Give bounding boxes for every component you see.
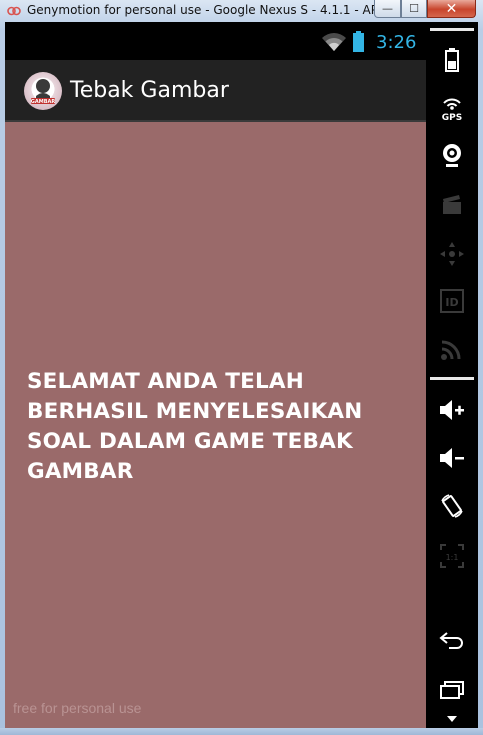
id-icon: ID [440, 289, 464, 313]
gps-button[interactable]: GPS [430, 88, 474, 128]
gps-icon: GPS [442, 98, 462, 121]
battery-icon [353, 31, 364, 52]
back-icon [439, 632, 463, 649]
rotate-icon [441, 494, 463, 518]
emulator-window: Genymotion for personal use - Google Nex… [0, 0, 483, 735]
completion-message: SELAMAT ANDA TELAH BERHASIL MENYELESAIKA… [27, 369, 363, 484]
close-button[interactable]: ✕ [427, 0, 476, 18]
dpad-icon [440, 242, 464, 266]
id-label: ID [445, 296, 458, 309]
minimize-icon: — [382, 2, 393, 15]
rotate-button[interactable] [430, 486, 474, 526]
app-title: Tebak Gambar [70, 78, 229, 103]
maximize-icon: ☐ [409, 2, 419, 15]
pixel-perfect-button[interactable]: 1:1 [430, 536, 474, 576]
screencast-button[interactable] [430, 184, 474, 224]
screencast-icon [443, 195, 461, 214]
gps-label: GPS [442, 113, 462, 121]
close-icon: ✕ [445, 0, 458, 17]
sidebar-divider [430, 28, 474, 31]
battery-widget-button[interactable] [430, 40, 474, 80]
remote-control-button[interactable] [430, 329, 474, 369]
app-logo-text: GAMBAR [31, 99, 56, 105]
webcam-icon [443, 144, 461, 167]
window-title: Genymotion for personal use - Google Nex… [27, 3, 416, 17]
wifi-icon [322, 33, 346, 51]
maximize-button[interactable]: ☐ [401, 0, 427, 18]
recent-apps-button[interactable] [430, 670, 474, 710]
pixel-perfect-icon: 1:1 [440, 544, 464, 568]
minimize-button[interactable]: — [374, 0, 401, 18]
volume-up-icon [440, 400, 464, 420]
webcam-button[interactable] [430, 136, 474, 176]
sidebar-scroll-down-icon[interactable] [447, 716, 457, 722]
status-bar: 3:26 [5, 22, 426, 60]
android-screen: 3:26 GAMBAR Tebak Gambar SELAMAT ANDA TE… [5, 22, 426, 728]
remote-control-icon [441, 340, 461, 360]
genymotion-sidebar: GPS ID 1:1 [426, 22, 478, 728]
window-content: 3:26 GAMBAR Tebak Gambar SELAMAT ANDA TE… [5, 22, 478, 728]
window-titlebar[interactable]: Genymotion for personal use - Google Nex… [0, 0, 483, 22]
dpad-button[interactable] [430, 234, 474, 274]
back-button[interactable] [430, 620, 474, 660]
volume-down-icon [440, 448, 464, 468]
app-logo-image: GAMBAR [31, 79, 56, 105]
battery-widget-icon [445, 48, 459, 72]
action-bar: GAMBAR Tebak Gambar [5, 60, 426, 122]
sidebar-divider [430, 377, 474, 380]
pixel-perfect-label: 1:1 [446, 553, 459, 562]
watermark: free for personal use [13, 700, 142, 716]
device-id-button[interactable]: ID [430, 281, 474, 321]
main-content: SELAMAT ANDA TELAH BERHASIL MENYELESAIKA… [5, 122, 426, 728]
volume-up-button[interactable] [430, 390, 474, 430]
status-clock: 3:26 [376, 32, 417, 53]
volume-down-button[interactable] [430, 438, 474, 478]
window-border-bottom [0, 728, 483, 735]
app-logo[interactable]: GAMBAR [24, 72, 62, 110]
recent-apps-icon [440, 681, 464, 699]
genymotion-icon [7, 6, 21, 16]
